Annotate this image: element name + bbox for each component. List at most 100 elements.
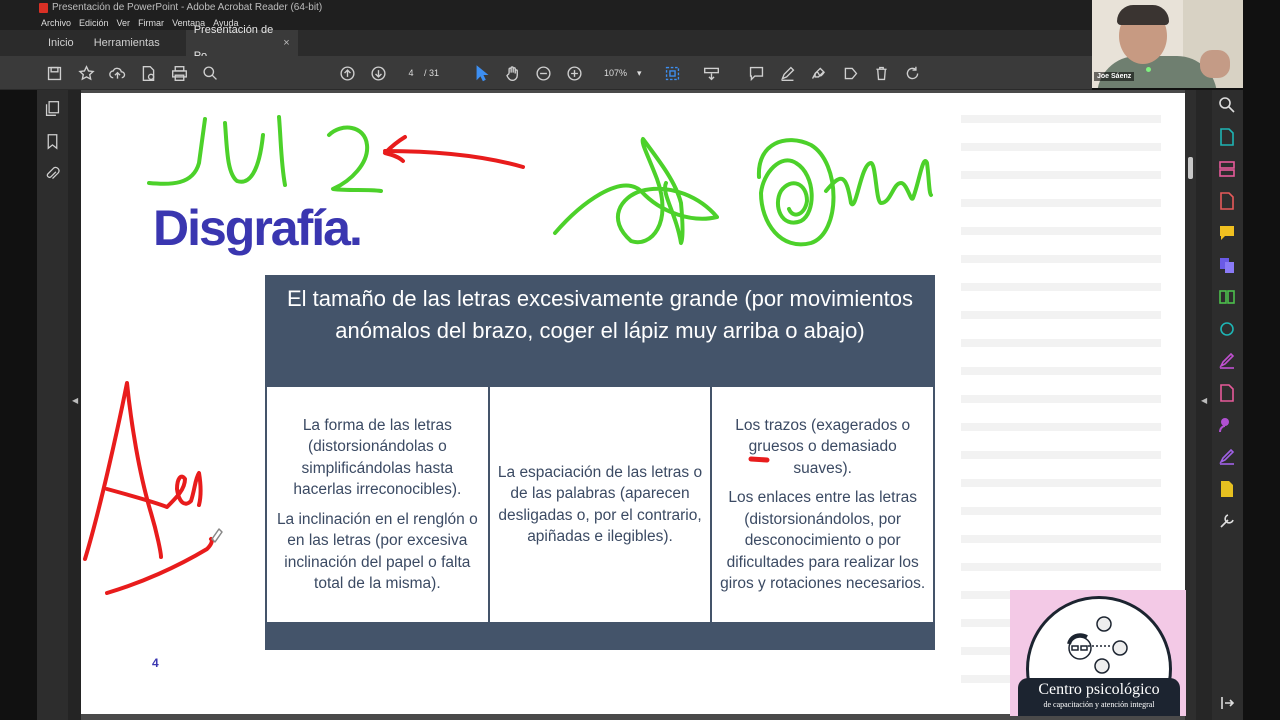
webcam-overlay: Joe Sáenz (1092, 0, 1243, 88)
slide-title: Disgrafía. (153, 200, 363, 256)
left-panel-toggle[interactable]: ◀ (68, 90, 81, 720)
microphone-light (1146, 67, 1151, 72)
edit-pdf-icon[interactable] (1218, 384, 1236, 402)
brand-logo: Centro psicológico de capacitación y ate… (1010, 590, 1186, 716)
red-ink-stroke (83, 381, 163, 561)
protect-icon[interactable] (1218, 480, 1236, 498)
page-number-input[interactable]: 4 (398, 64, 424, 82)
red-ink-stroke (105, 537, 214, 595)
zoom-out-icon[interactable] (533, 63, 553, 83)
file-info-icon[interactable] (138, 63, 158, 83)
page-up-icon[interactable] (337, 63, 357, 83)
window-title: Presentación de PowerPoint - Adobe Acrob… (52, 2, 323, 13)
cloud-upload-icon[interactable] (107, 63, 127, 83)
scan-ocr-icon[interactable] (1218, 320, 1236, 338)
send-for-signature-icon[interactable] (1218, 416, 1236, 434)
fit-page-icon[interactable] (662, 63, 682, 83)
more-tools-icon[interactable] (1218, 512, 1236, 530)
export-pdf-icon[interactable] (1218, 128, 1236, 146)
scrollbar-thumb[interactable] (1188, 157, 1193, 179)
select-cursor-icon[interactable] (471, 63, 491, 83)
slide-number: 4 (152, 656, 159, 670)
screen-edge (1243, 0, 1280, 720)
cell-text: La espaciación de las letras o de las pa… (497, 463, 703, 546)
logo-faces-icon (1067, 616, 1128, 674)
attachment-icon[interactable] (44, 165, 61, 182)
create-pdf-icon[interactable] (1218, 192, 1236, 210)
vertical-scrollbar[interactable] (1185, 90, 1196, 720)
logo-tagline: de capacitación y atención integral (1043, 700, 1155, 709)
acrobat-icon (39, 3, 48, 13)
sign-icon[interactable] (808, 63, 828, 83)
red-ink-arrow (383, 149, 525, 169)
green-ink-stroke (223, 121, 265, 184)
page-total: / 31 (424, 68, 440, 78)
right-tools-pane (1212, 90, 1243, 720)
cell-text: La forma de las letras (distorsionándola… (293, 416, 462, 499)
table-cell-strokes: Los trazos (exagerados o gruesos o demas… (712, 387, 934, 622)
organize-pages-icon[interactable] (1218, 160, 1236, 178)
green-ink-stroke (756, 138, 836, 247)
print-icon[interactable] (169, 63, 189, 83)
tab-bar: Inicio Herramientas Presentación de Po..… (0, 24, 1092, 62)
presenter-name: Joe Sáenz (1094, 72, 1135, 81)
presenter-hand (1200, 50, 1230, 78)
green-ink-stroke (824, 159, 933, 207)
menu-bar: Archivo Edición Ver Firmar Ventana Ayuda (0, 16, 1092, 30)
chevron-down-icon: ▾ (637, 68, 642, 78)
tab-tools[interactable]: Herramientas (84, 30, 170, 56)
cell-text: La inclinación en el renglón o en las le… (276, 510, 478, 593)
menu-ver[interactable]: Ver (117, 16, 131, 30)
combine-files-icon[interactable] (1218, 256, 1236, 274)
bookmark-icon[interactable] (44, 133, 61, 150)
draw-icon[interactable] (1218, 448, 1236, 466)
stamp-icon[interactable] (840, 63, 860, 83)
tab-home[interactable]: Inicio (38, 30, 84, 56)
search-zoom-icon[interactable] (200, 63, 220, 83)
rotate-icon[interactable] (902, 63, 922, 83)
chevron-left-icon: ◀ (1201, 396, 1208, 405)
table-body: La forma de las letras (distorsionándola… (267, 387, 934, 622)
green-ink-stroke (277, 115, 287, 187)
logo-banner: Centro psicológico de capacitación y ate… (1018, 678, 1180, 716)
chevron-left-icon: ◀ (72, 396, 79, 405)
comment-tool-icon[interactable] (1218, 224, 1236, 242)
page-thumbnails-icon[interactable] (44, 100, 61, 117)
content-table: El tamaño de las letras excesivamente gr… (265, 275, 935, 650)
hand-icon[interactable] (502, 63, 522, 83)
presenter-hair (1117, 5, 1169, 25)
green-ink-stroke (327, 125, 383, 193)
table-header: El tamaño de las letras excesivamente gr… (286, 286, 914, 343)
toolbar: 4 / 31 107% ▾ (0, 56, 1092, 90)
zoom-value: 107% (604, 68, 628, 78)
left-sidebar (37, 90, 68, 720)
table-cell-spacing: La espaciación de las letras o de las pa… (489, 387, 711, 622)
menu-archivo[interactable]: Archivo (41, 16, 71, 30)
green-ink-stroke (553, 137, 719, 245)
cell-text: Los trazos (exagerados o gruesos o demas… (735, 416, 911, 477)
title-bar: Presentación de PowerPoint - Adobe Acrob… (0, 0, 1092, 16)
highlight-pen-icon[interactable] (777, 63, 797, 83)
zoom-tool-icon[interactable] (1218, 96, 1236, 114)
cell-text: Los enlaces entre las letras (distorsion… (720, 489, 926, 592)
red-ink-arrow (383, 135, 407, 163)
page-down-icon[interactable] (368, 63, 388, 83)
collapse-pane-icon[interactable] (1218, 694, 1236, 712)
zoom-in-icon[interactable] (564, 63, 584, 83)
table-cell-form: La forma de las letras (distorsionándola… (267, 387, 488, 622)
red-ink-stroke (105, 471, 203, 509)
tab-document[interactable]: Presentación de Po... × (185, 24, 298, 62)
compare-files-icon[interactable] (1218, 288, 1236, 306)
save-icon[interactable] (44, 63, 64, 83)
close-tab-icon[interactable]: × (283, 30, 289, 56)
right-panel-toggle[interactable]: ◀ (1196, 90, 1212, 720)
fill-sign-icon[interactable] (1218, 352, 1236, 370)
green-ink-stroke (147, 117, 207, 186)
menu-edicion[interactable]: Edición (79, 16, 109, 30)
zoom-select[interactable]: 107% ▾ (596, 64, 648, 82)
comment-icon[interactable] (746, 63, 766, 83)
star-icon[interactable] (76, 63, 96, 83)
menu-firmar[interactable]: Firmar (138, 16, 164, 30)
delete-icon[interactable] (871, 63, 891, 83)
read-mode-icon[interactable] (701, 63, 721, 83)
